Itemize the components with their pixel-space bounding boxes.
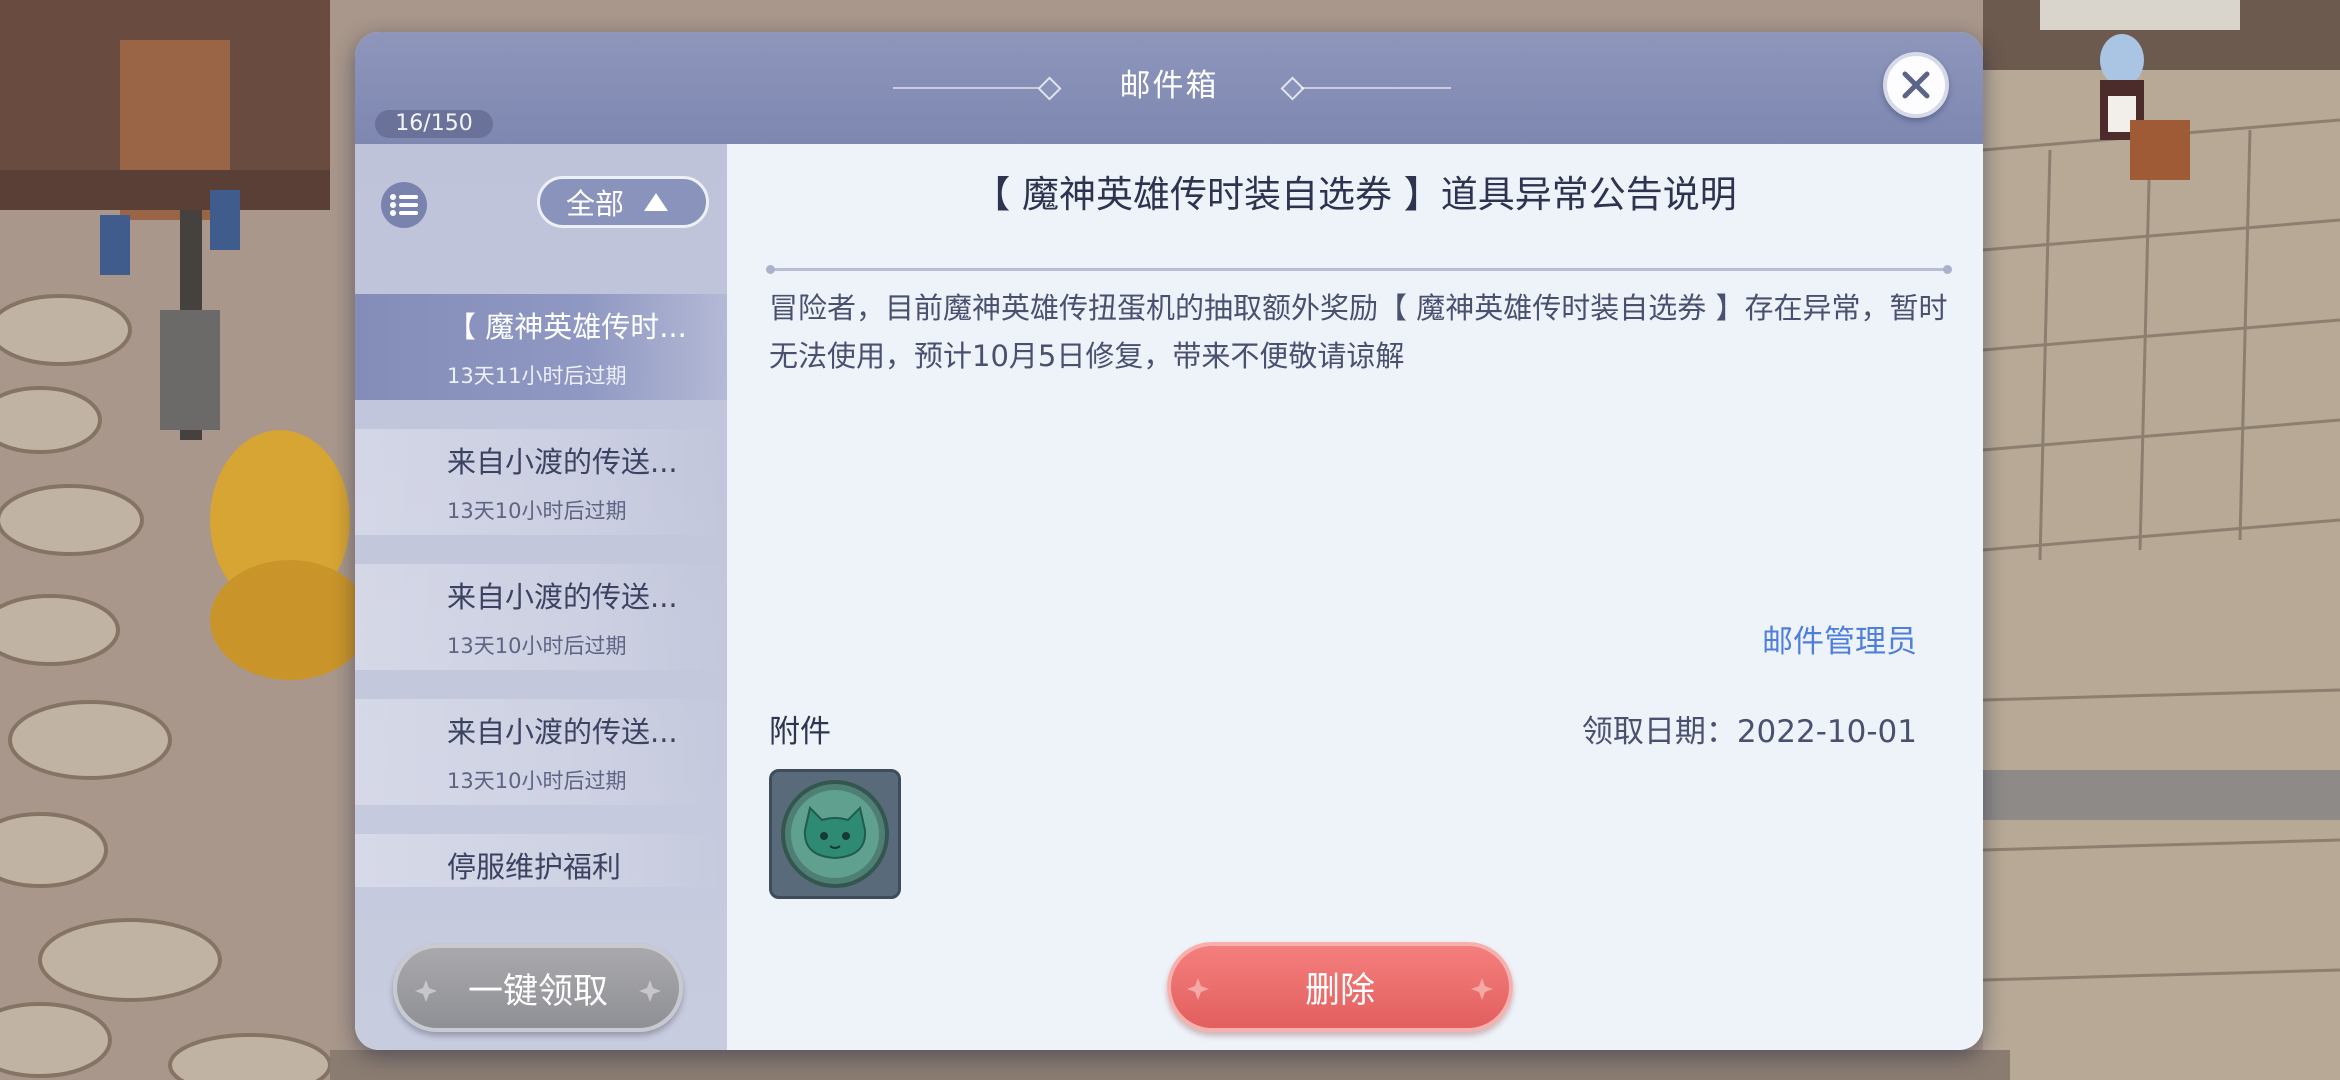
sparkle-icon	[1187, 978, 1209, 1000]
mail-list-panel: 全部 已领取【 魔神英雄传时...13天11小时后过期已领取来自小渡的传送...…	[355, 144, 727, 1050]
mailbox-dialog: 邮件箱 16/150 全部 已领取【 魔神英雄传时...13天11小时后	[355, 32, 1983, 1050]
title-decoration-right	[1301, 87, 1451, 89]
claim-date: 领取日期：2022-10-01	[1581, 714, 1917, 750]
claim-all-button[interactable]: 一键领取	[393, 944, 683, 1032]
green-cat-token-icon	[781, 780, 889, 888]
sparkle-icon	[1471, 978, 1493, 1000]
dialog-title: 邮件箱	[1119, 68, 1219, 104]
close-button[interactable]	[1883, 52, 1949, 118]
close-icon	[1902, 71, 1930, 99]
attachment-item[interactable]	[769, 769, 901, 899]
mail-detail-panel: 【 魔神英雄传时装自选券 】道具异常公告说明 冒险者，目前魔神英雄传扭蛋机的抽取…	[727, 144, 1983, 1050]
delete-button[interactable]: 删除	[1167, 942, 1513, 1032]
mail-list[interactable]: 已领取【 魔神英雄传时...13天11小时后过期已领取来自小渡的传送...13天…	[355, 294, 727, 887]
list-view-button[interactable]	[381, 182, 427, 228]
mail-item-expiry: 13天10小时后过期	[447, 634, 627, 658]
list-icon	[390, 194, 418, 216]
mail-list-item[interactable]: 已领取来自小渡的传送...13天10小时后过期	[355, 429, 727, 535]
mail-list-item[interactable]: 已领取【 魔神英雄传时...13天11小时后过期	[355, 294, 727, 400]
mail-list-item[interactable]: 已领取停服维护福利	[355, 834, 727, 887]
delete-label: 删除	[1304, 970, 1375, 1011]
mail-item-subject: 来自小渡的传送...	[447, 445, 678, 479]
mail-sender: 邮件管理员	[1762, 624, 1917, 660]
filter-dropdown[interactable]: 全部	[537, 176, 709, 228]
title-divider	[766, 265, 1952, 274]
claim-all-label: 一键领取	[467, 971, 608, 1012]
filter-label: 全部	[566, 187, 625, 221]
delete-button-body: 删除	[1167, 942, 1513, 1032]
mail-item-expiry: 13天10小时后过期	[447, 499, 627, 523]
mail-item-expiry: 13天11小时后过期	[447, 364, 627, 388]
mail-item-subject: 来自小渡的传送...	[447, 715, 678, 749]
dialog-header: 邮件箱 16/150	[355, 32, 1983, 144]
sparkle-icon	[639, 980, 661, 1002]
triangle-up-icon	[644, 193, 669, 211]
mail-title: 【 魔神英雄传时装自选券 】道具异常公告说明	[973, 173, 1737, 216]
mail-body: 冒险者，目前魔神英雄传扭蛋机的抽取额外奖励【 魔神英雄传时装自选券 】存在异常，…	[769, 291, 1948, 373]
mail-list-item[interactable]: 已领取来自小渡的传送...13天10小时后过期	[355, 564, 727, 670]
sparkle-icon	[415, 980, 437, 1002]
mail-list-item[interactable]: 已领取来自小渡的传送...13天10小时后过期	[355, 699, 727, 805]
mail-item-subject: 停服维护福利	[447, 850, 622, 884]
mail-item-expiry: 13天10小时后过期	[447, 769, 627, 793]
mail-item-subject: 【 魔神英雄传时...	[447, 310, 687, 344]
attachment-label: 附件	[769, 714, 831, 750]
mail-item-subject: 来自小渡的传送...	[447, 580, 678, 614]
mail-count-badge: 16/150	[375, 110, 493, 138]
